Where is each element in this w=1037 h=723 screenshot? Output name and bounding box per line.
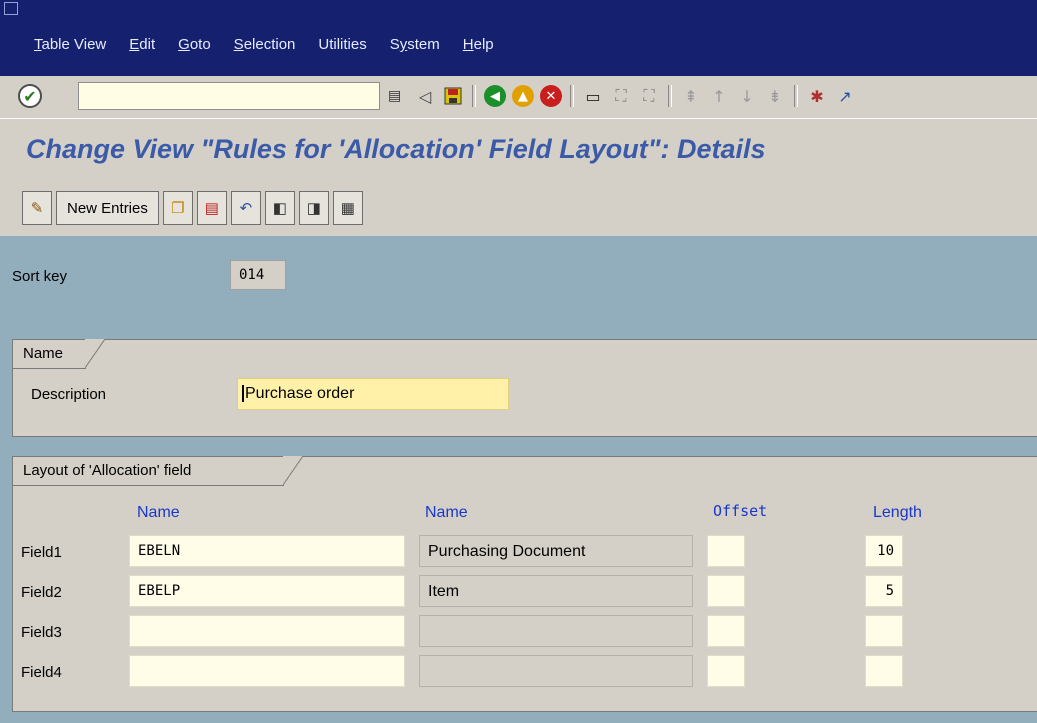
select-all-icon[interactable]: ▦ — [332, 191, 363, 225]
description-label: Description — [31, 386, 107, 403]
tab-edge — [283, 456, 303, 486]
layout-group-tab: Layout of 'Allocation' field — [12, 456, 284, 486]
next-entry-icon[interactable]: ◨ — [298, 191, 329, 225]
field2-offset-input[interactable] — [707, 575, 745, 607]
toolbar-separator — [472, 85, 476, 107]
copy-icon[interactable]: ❐ — [162, 191, 193, 225]
field4-description — [419, 655, 693, 687]
undo-change-icon[interactable]: ↶ — [230, 191, 261, 225]
back-icon[interactable]: ◀ — [484, 85, 506, 107]
field2-label: Field2 — [21, 584, 62, 601]
column-header-offset: Offset — [713, 502, 768, 520]
exit-icon[interactable]: ▲ — [512, 85, 534, 107]
field4-label: Field4 — [21, 664, 62, 681]
menu-table-view[interactable]: Table View — [34, 36, 106, 53]
field2-description: Item — [419, 575, 693, 607]
print-icon[interactable]: ▭ — [582, 85, 604, 107]
find-icon[interactable]: ⛶ — [610, 85, 632, 107]
next-page-icon[interactable]: ↓ — [736, 85, 758, 107]
display-change-icon[interactable]: ✎ — [22, 191, 52, 225]
menu-system[interactable]: System — [390, 36, 440, 53]
first-page-icon[interactable]: ⇞ — [680, 85, 702, 107]
save-icon[interactable] — [442, 85, 464, 107]
find-next-icon[interactable]: ⛶ — [638, 85, 660, 107]
toolbar-separator — [794, 85, 798, 107]
toolbar-separator — [570, 85, 574, 107]
field2-name-input[interactable]: EBELP — [129, 575, 405, 607]
command-history-icon[interactable]: ▤ — [388, 88, 401, 104]
name-group-tab: Name — [12, 339, 86, 369]
field1-length-input[interactable]: 10 — [865, 535, 903, 567]
field3-length-input[interactable] — [865, 615, 903, 647]
menu-utilities[interactable]: Utilities — [318, 36, 366, 53]
menu-help[interactable]: Help — [463, 36, 494, 53]
menu-goto[interactable]: Goto — [178, 36, 211, 53]
last-page-icon[interactable]: ⇟ — [764, 85, 786, 107]
system-menu-icon[interactable] — [4, 2, 18, 15]
cancel-icon[interactable]: ✕ — [540, 85, 562, 107]
field3-offset-input[interactable] — [707, 615, 745, 647]
shortcut-icon[interactable]: ↗ — [834, 85, 856, 107]
field4-length-input[interactable] — [865, 655, 903, 687]
previous-entry-icon[interactable]: ◧ — [264, 191, 295, 225]
field1-description: Purchasing Document — [419, 535, 693, 567]
field4-offset-input[interactable] — [707, 655, 745, 687]
command-toggle-icon[interactable]: ◁ — [414, 85, 436, 107]
create-session-icon[interactable]: ✱ — [806, 85, 828, 107]
enter-icon[interactable]: ✔ — [18, 84, 42, 108]
field1-label: Field1 — [21, 544, 62, 561]
field4-name-input[interactable] — [129, 655, 405, 687]
menu-edit[interactable]: Edit — [129, 36, 155, 53]
toolbar-separator — [668, 85, 672, 107]
sort-key-label: Sort key — [12, 268, 68, 285]
menu-bar: Table View Edit Goto Selection Utilities… — [0, 0, 1037, 76]
new-entries-button[interactable]: New Entries — [56, 191, 159, 225]
column-header-field-name: Name — [137, 504, 180, 521]
field3-description — [419, 615, 693, 647]
sort-key-value: 014 — [230, 260, 286, 290]
menu: Table View Edit Goto Selection Utilities… — [34, 36, 517, 53]
field3-label: Field3 — [21, 624, 62, 641]
previous-page-icon[interactable]: ↑ — [708, 85, 730, 107]
command-field[interactable] — [78, 82, 380, 110]
field3-name-input[interactable] — [129, 615, 405, 647]
field2-length-input[interactable]: 5 — [865, 575, 903, 607]
description-input[interactable]: Purchase order — [237, 378, 509, 410]
column-header-length: Length — [873, 504, 922, 521]
field1-name-input[interactable]: EBELN — [129, 535, 405, 567]
standard-toolbar-icons: ◁ ◀ ▲ ✕ ▭ ⛶ ⛶ ⇞ ↑ ↓ ⇟ ✱ ↗ — [414, 82, 862, 110]
name-group: Name Description Purchase order — [12, 339, 1037, 437]
menu-selection[interactable]: Selection — [234, 36, 296, 53]
tab-edge — [85, 339, 105, 369]
layout-group: Layout of 'Allocation' field Name Name O… — [12, 456, 1037, 712]
page-title: Change View "Rules for 'Allocation' Fiel… — [26, 134, 766, 164]
column-header-description: Name — [425, 504, 468, 521]
field1-offset-input[interactable] — [707, 535, 745, 567]
description-value: Purchase order — [242, 385, 355, 402]
delete-icon[interactable]: ▤ — [196, 191, 227, 225]
application-toolbar-icons: ✎ New Entries ❐ ▤ ↶ ◧ ◨ ▦ — [22, 191, 367, 225]
